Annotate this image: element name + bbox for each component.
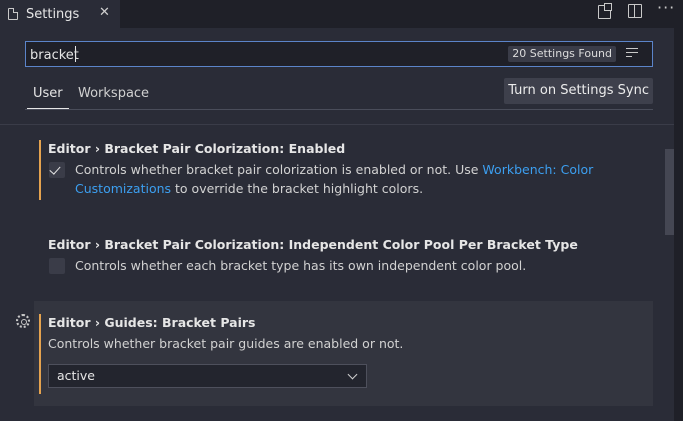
setting-title: Editor › Bracket Pair Colorization: Inde… bbox=[48, 237, 578, 252]
description-text: Controls whether bracket pair colorizati… bbox=[75, 162, 483, 177]
gear-icon[interactable] bbox=[16, 314, 30, 328]
bracket-pairs-select[interactable]: active bbox=[48, 364, 367, 388]
clear-filter-icon[interactable] bbox=[626, 48, 640, 60]
search-input[interactable] bbox=[26, 42, 512, 68]
setting-title: Editor › Bracket Pair Colorization: Enab… bbox=[48, 141, 346, 156]
window-edge bbox=[674, 0, 683, 421]
description-text-end: to override the bracket highlight colors… bbox=[171, 181, 424, 196]
settings-search-box: 20 Settings Found bbox=[25, 41, 653, 68]
split-editor-icon[interactable] bbox=[627, 3, 643, 19]
editor-toolbar: ··· bbox=[597, 0, 674, 19]
setting-title: Editor › Guides: Bracket Pairs bbox=[48, 315, 256, 330]
enabled-checkbox[interactable] bbox=[49, 162, 65, 178]
checkmark-icon bbox=[49, 163, 61, 175]
turn-on-settings-sync-button[interactable]: Turn on Settings Sync bbox=[504, 78, 653, 104]
vertical-scrollbar[interactable] bbox=[665, 149, 674, 235]
more-actions-icon[interactable]: ··· bbox=[657, 0, 674, 19]
setting-description: Controls whether bracket pair guides are… bbox=[48, 336, 404, 351]
modified-indicator bbox=[39, 140, 41, 200]
setting-guides-bracket-pairs: Editor › Guides: Bracket Pairs Controls … bbox=[34, 301, 653, 406]
tab-settings[interactable]: Settings ✕ bbox=[0, 0, 120, 28]
setting-independent-color-pool: Editor › Bracket Pair Colorization: Inde… bbox=[34, 236, 653, 280]
header-divider bbox=[0, 124, 683, 125]
tab-user[interactable]: User bbox=[27, 86, 69, 109]
settings-scope-tabs: User Workspace Turn on Settings Sync bbox=[25, 78, 653, 110]
open-json-icon[interactable] bbox=[597, 3, 613, 19]
setting-description: Controls whether each bracket type has i… bbox=[75, 258, 527, 273]
results-count-badge: 20 Settings Found bbox=[508, 46, 616, 62]
setting-description: Controls whether bracket pair colorizati… bbox=[75, 160, 615, 198]
text-caret bbox=[75, 46, 76, 62]
setting-bracket-pair-colorization-enabled: Editor › Bracket Pair Colorization: Enab… bbox=[34, 140, 653, 202]
editor-tab-bar: Settings ✕ ··· bbox=[0, 0, 683, 28]
close-icon[interactable]: ✕ bbox=[99, 5, 110, 20]
tab-title: Settings bbox=[26, 6, 80, 22]
modified-indicator bbox=[39, 314, 41, 394]
file-icon bbox=[8, 8, 18, 20]
chevron-down-icon bbox=[347, 369, 358, 380]
tab-workspace[interactable]: Workspace bbox=[78, 86, 149, 101]
select-value: active bbox=[57, 368, 95, 383]
independent-color-pool-checkbox[interactable] bbox=[49, 258, 65, 274]
